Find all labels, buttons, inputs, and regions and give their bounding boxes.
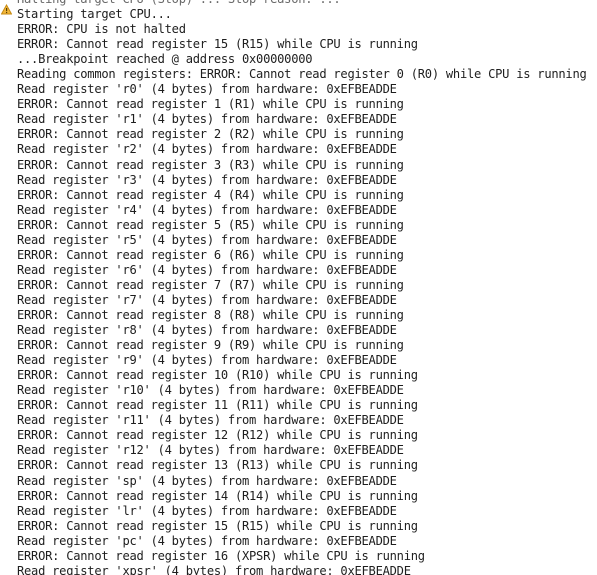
console-line: ERROR: Cannot read register 5 (R5) while…	[17, 217, 404, 232]
console-line: Read register 'r10' (4 bytes) from hardw…	[17, 383, 404, 398]
console-line: Read register 'r6' (4 bytes) from hardwa…	[17, 262, 397, 277]
console-line: ERROR: Cannot read register 16 (XPSR) wh…	[17, 548, 425, 563]
console-line: Read register 'lr' (4 bytes) from hardwa…	[17, 503, 397, 518]
console-line: Read register 'r9' (4 bytes) from hardwa…	[17, 353, 397, 368]
console-line: Read register 'r1' (4 bytes) from hardwa…	[17, 112, 397, 127]
console-line: ERROR: Cannot read register 7 (R7) while…	[17, 277, 404, 292]
console-line: ERROR: Cannot read register 11 (R11) whi…	[17, 398, 418, 413]
console-line: Read register 'r5' (4 bytes) from hardwa…	[17, 232, 397, 247]
console-line: Read register 'pc' (4 bytes) from hardwa…	[17, 533, 397, 548]
console-line: ERROR: Cannot read register 15 (R15) whi…	[17, 37, 418, 52]
console-line: ERROR: Cannot read register 1 (R1) while…	[17, 97, 404, 112]
console-line: Read register 'r4' (4 bytes) from hardwa…	[17, 202, 397, 217]
debugger-console-output[interactable]: Halting target CPU (Stop) ... Stop reaso…	[0, 0, 597, 575]
console-line: ERROR: Cannot read register 6 (R6) while…	[17, 247, 404, 262]
console-line: ERROR: Cannot read register 3 (R3) while…	[17, 157, 404, 172]
console-line: Read register 'r7' (4 bytes) from hardwa…	[17, 292, 397, 307]
warning-triangle-icon	[1, 4, 12, 15]
console-line: ERROR: CPU is not halted	[17, 22, 186, 37]
console-line: Read register 'r12' (4 bytes) from hardw…	[17, 443, 404, 458]
console-line: Read register 'r2' (4 bytes) from hardwa…	[17, 142, 397, 157]
console-lines: Halting target CPU (Stop) ... Stop reaso…	[17, 0, 587, 575]
console-line: ERROR: Cannot read register 13 (R13) whi…	[17, 458, 418, 473]
console-line: Read register 'sp' (4 bytes) from hardwa…	[17, 473, 397, 488]
console-line: ERROR: Cannot read register 8 (R8) while…	[17, 307, 404, 322]
console-line: Halting target CPU (Stop) ... Stop reaso…	[17, 0, 587, 7]
console-line: Read register 'r0' (4 bytes) from hardwa…	[17, 82, 397, 97]
console-line: ERROR: Cannot read register 12 (R12) whi…	[17, 428, 418, 443]
console-line: Starting target CPU...	[17, 7, 172, 22]
console-line: Read register 'r8' (4 bytes) from hardwa…	[17, 323, 397, 338]
console-line: Reading common registers: ERROR: Cannot …	[17, 67, 587, 82]
console-line: ERROR: Cannot read register 10 (R10) whi…	[17, 368, 418, 383]
console-line: ERROR: Cannot read register 2 (R2) while…	[17, 127, 404, 142]
console-gutter	[0, 0, 14, 575]
console-line: ERROR: Cannot read register 14 (R14) whi…	[17, 488, 418, 503]
console-line: ERROR: Cannot read register 15 (R15) whi…	[17, 518, 418, 533]
console-line: ERROR: Cannot read register 4 (R4) while…	[17, 187, 404, 202]
console-line: ...Breakpoint reached @ address 0x000000…	[17, 52, 313, 67]
console-line: Read register 'r3' (4 bytes) from hardwa…	[17, 172, 397, 187]
console-line: ERROR: Cannot read register 9 (R9) while…	[17, 338, 404, 353]
console-line: Read register 'r11' (4 bytes) from hardw…	[17, 413, 404, 428]
console-line: Read register 'xpsr' (4 bytes) from hard…	[17, 563, 411, 575]
